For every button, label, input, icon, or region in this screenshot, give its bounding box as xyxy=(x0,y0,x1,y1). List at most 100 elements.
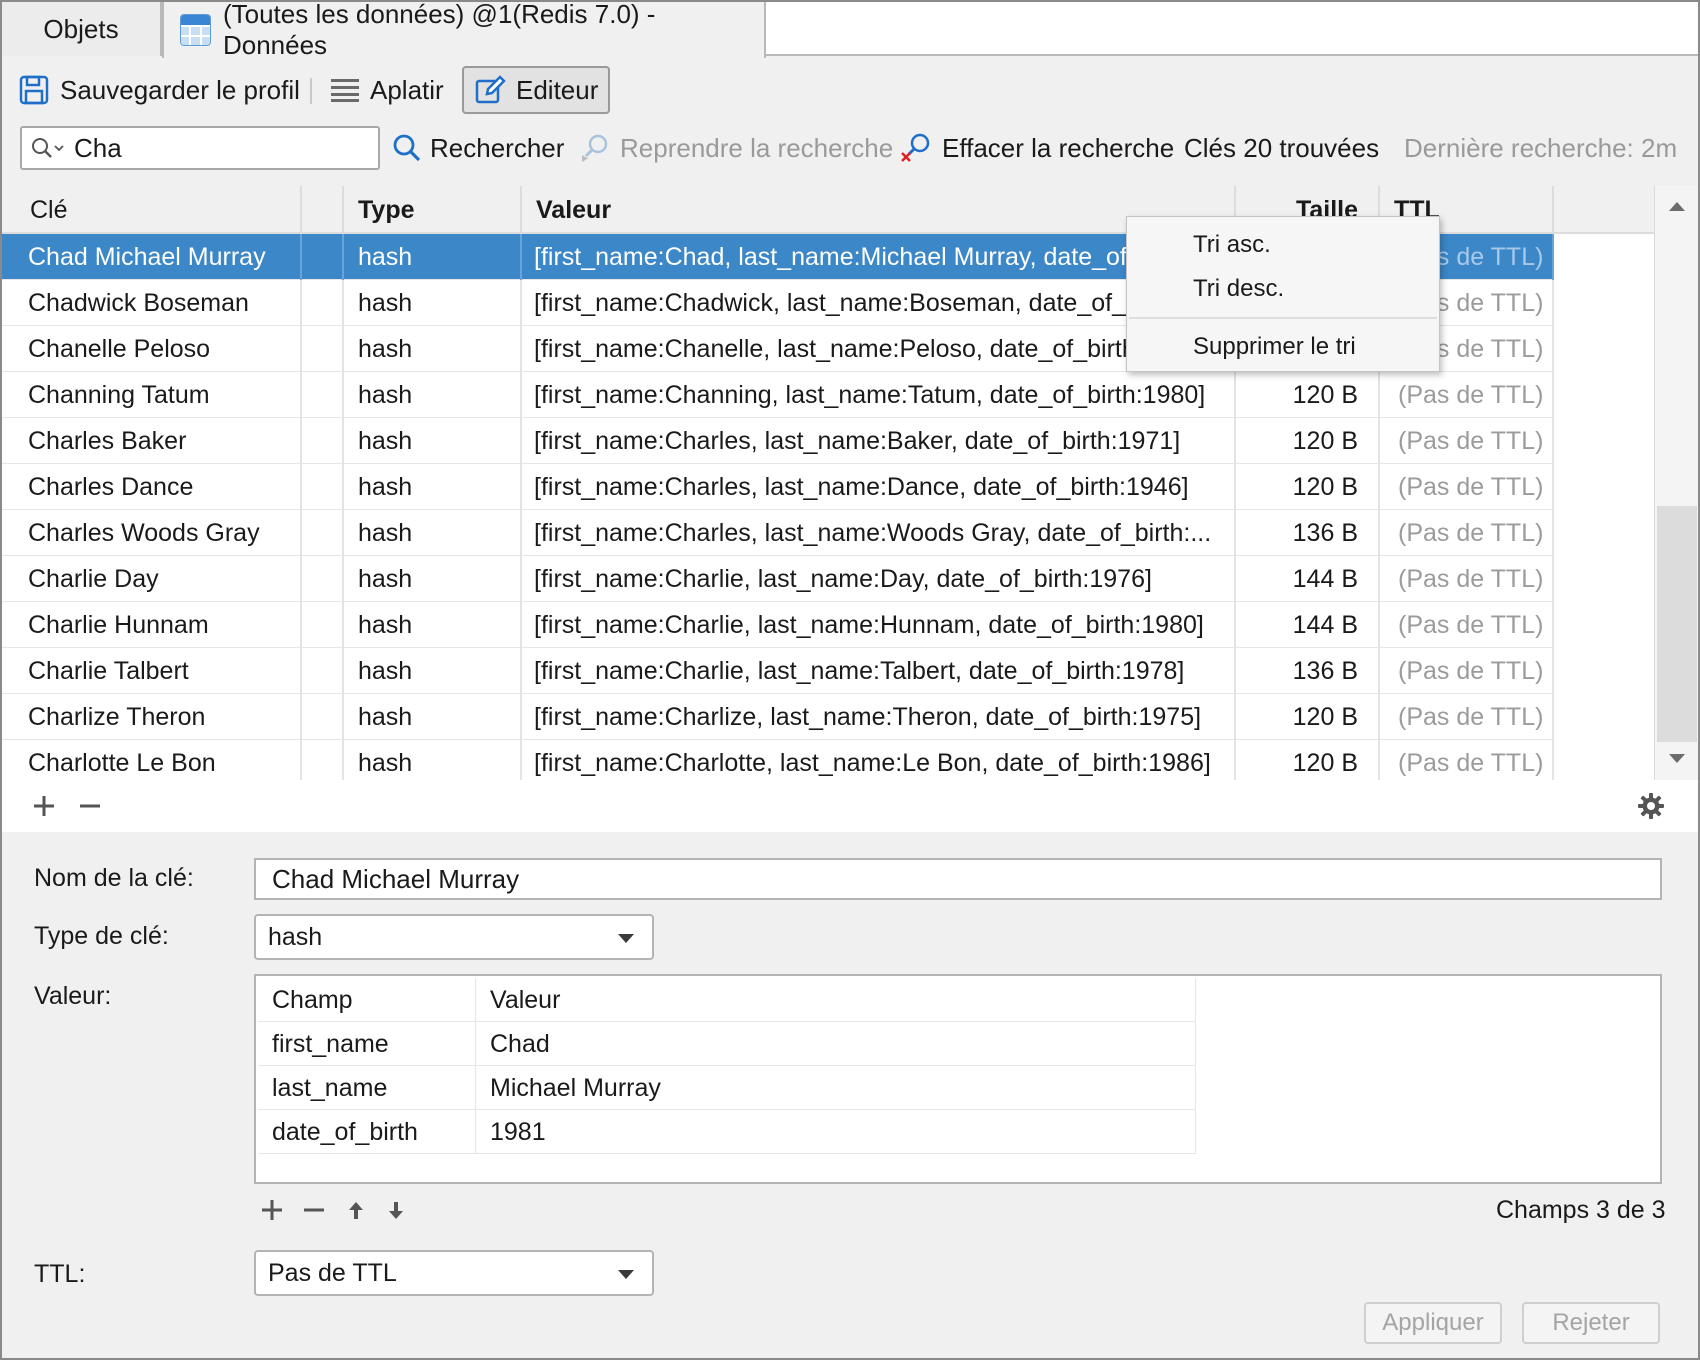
search-button[interactable]: Rechercher xyxy=(392,126,564,170)
key-type-value: hash xyxy=(268,922,323,951)
apply-button[interactable]: Appliquer xyxy=(1364,1302,1502,1344)
table-row[interactable]: Charles Dance hash [first_name:Charles, la… xyxy=(2,464,1554,510)
cell-ttl: (Pas de TTL) xyxy=(1380,648,1554,694)
cell-size: 144 B xyxy=(1236,556,1380,602)
column-header-type[interactable]: Type xyxy=(344,186,522,234)
search-button-label: Rechercher xyxy=(430,132,565,163)
search-input[interactable] xyxy=(74,132,344,164)
column-header-key[interactable]: Clé xyxy=(2,186,302,234)
tab-data[interactable]: (Toutes les données) @1(Redis 7.0) - Don… xyxy=(162,2,766,60)
search-icon xyxy=(393,134,421,162)
cell-key: Charlotte Le Bon xyxy=(2,740,302,780)
cell-key: Charles Dance xyxy=(2,464,302,510)
field-value-cell[interactable]: 1981 xyxy=(476,1110,1196,1154)
cell-blank xyxy=(302,280,344,326)
menu-item-sort-desc[interactable]: Tri desc. xyxy=(1193,275,1284,303)
cell-size: 120 B xyxy=(1236,418,1380,464)
pencil-edit-icon xyxy=(475,75,506,104)
gear-icon[interactable] xyxy=(1638,793,1664,819)
add-key-icon[interactable] xyxy=(32,794,56,818)
flatten-label: Aplatir xyxy=(370,74,444,105)
cell-value: [first_name:Channing, last_name:Tatum, d… xyxy=(522,372,1236,418)
cell-size: 120 B xyxy=(1236,740,1380,780)
column-header-field-value[interactable]: Valeur xyxy=(476,978,1196,1022)
add-field-icon[interactable] xyxy=(260,1198,284,1222)
resume-search-button[interactable]: Reprendre la recherche xyxy=(580,126,893,170)
scroll-up-icon[interactable] xyxy=(1669,202,1685,211)
cell-size: 144 B xyxy=(1236,602,1380,648)
hash-table-header: Champ Valeur xyxy=(258,978,1196,1022)
field-name-cell[interactable]: first_name xyxy=(258,1022,476,1066)
cell-type: hash xyxy=(344,464,522,510)
fields-count: Champs 3 de 3 xyxy=(1496,1196,1666,1224)
key-name-label: Nom de la clé: xyxy=(34,864,194,892)
field-value-cell[interactable]: Michael Murray xyxy=(476,1066,1196,1110)
cell-key: Channing Tatum xyxy=(2,372,302,418)
cell-ttl: (Pas de TTL) xyxy=(1380,464,1554,510)
table-scrollbar[interactable] xyxy=(1654,186,1698,780)
tab-objects[interactable]: Objets xyxy=(2,2,162,56)
sort-context-menu: Tri asc. Tri desc. Supprimer le tri xyxy=(1126,216,1440,372)
reject-button[interactable]: Rejeter xyxy=(1522,1302,1660,1344)
cell-key: Charlize Theron xyxy=(2,694,302,740)
table-row[interactable]: Charlie Hunnam hash [first_name:Charlie, l… xyxy=(2,602,1554,648)
remove-field-icon[interactable] xyxy=(302,1198,326,1222)
cell-type: hash xyxy=(344,326,522,372)
table-row[interactable]: Charlize Theron hash [first_name:Charlize,… xyxy=(2,694,1554,740)
hash-field-row[interactable]: date_of_birth 1981 xyxy=(258,1110,1196,1154)
cell-ttl: (Pas de TTL) xyxy=(1380,418,1554,464)
field-name-cell[interactable]: last_name xyxy=(258,1066,476,1110)
hash-field-row[interactable]: first_name Chad xyxy=(258,1022,1196,1066)
table-row[interactable]: Charles Baker hash [first_name:Charles, la… xyxy=(2,418,1554,464)
list-lines-icon xyxy=(331,79,359,102)
scroll-track[interactable] xyxy=(1657,506,1697,742)
cell-value: [first_name:Charlize, last_name:Theron, … xyxy=(522,694,1236,740)
cell-blank xyxy=(302,556,344,602)
ttl-select[interactable]: Pas de TTL xyxy=(254,1250,654,1296)
arrow-down-icon[interactable] xyxy=(386,1198,406,1222)
save-profile-button[interactable]: Sauvegarder le profil xyxy=(18,66,300,114)
clear-search-button[interactable]: Effacer la recherche xyxy=(900,126,1174,170)
flatten-button[interactable]: Aplatir xyxy=(330,66,444,114)
hash-field-row[interactable]: last_name Michael Murray xyxy=(258,1066,1196,1110)
table-row[interactable]: Charlie Talbert hash [first_name:Charlie, … xyxy=(2,648,1554,694)
cell-blank xyxy=(302,694,344,740)
editor-toggle-button[interactable]: Editeur xyxy=(462,66,611,114)
cell-type: hash xyxy=(344,556,522,602)
cell-value: [first_name:Charlotte, last_name:Le Bon,… xyxy=(522,740,1236,780)
table-row[interactable]: Charlie Day hash [first_name:Charlie, last… xyxy=(2,556,1554,602)
arrow-up-icon[interactable] xyxy=(346,1198,366,1222)
cell-key: Charlie Hunnam xyxy=(2,602,302,648)
cell-type: hash xyxy=(344,510,522,556)
table-row[interactable]: Charlotte Le Bon hash [first_name:Charlott… xyxy=(2,740,1554,780)
ttl-label: TTL: xyxy=(34,1260,86,1288)
key-type-select[interactable]: hash xyxy=(254,914,654,960)
cell-ttl: (Pas de TTL) xyxy=(1380,510,1554,556)
cell-size: 120 B xyxy=(1236,694,1380,740)
search-field[interactable] xyxy=(20,126,380,170)
app-window: Objets (Toutes les données) @1(Redis 7.0… xyxy=(0,0,1700,1360)
scroll-thumb[interactable] xyxy=(1657,224,1697,504)
column-header-blank xyxy=(302,186,344,234)
column-header-field[interactable]: Champ xyxy=(258,978,476,1022)
keys-found-count: Clés 20 trouvées xyxy=(1184,132,1380,163)
cell-key: Charles Baker xyxy=(2,418,302,464)
cell-size: 120 B xyxy=(1236,464,1380,510)
menu-separator xyxy=(1129,317,1437,319)
menu-item-remove-sort[interactable]: Supprimer le tri xyxy=(1193,333,1356,361)
scroll-down-icon[interactable] xyxy=(1669,754,1685,763)
key-name-input[interactable]: Chad Michael Murray xyxy=(254,858,1662,900)
editor-label: Editeur xyxy=(516,74,599,105)
table-row[interactable]: Channing Tatum hash [first_name:Channing, … xyxy=(2,372,1554,418)
field-name-cell[interactable]: date_of_birth xyxy=(258,1110,476,1154)
cell-key: Charles Woods Gray xyxy=(2,510,302,556)
cell-type: hash xyxy=(344,372,522,418)
field-value-cell[interactable]: Chad xyxy=(476,1022,1196,1066)
cell-key: Charlie Talbert xyxy=(2,648,302,694)
search-dropdown-icon[interactable] xyxy=(30,136,66,160)
table-header: Clé Type Valeur Taille TTL xyxy=(2,186,1698,234)
table-row[interactable]: Charles Woods Gray hash [first_name:Charle… xyxy=(2,510,1554,556)
remove-key-icon[interactable] xyxy=(78,794,102,818)
menu-item-sort-asc[interactable]: Tri asc. xyxy=(1193,231,1271,259)
cell-key: Chanelle Peloso xyxy=(2,326,302,372)
